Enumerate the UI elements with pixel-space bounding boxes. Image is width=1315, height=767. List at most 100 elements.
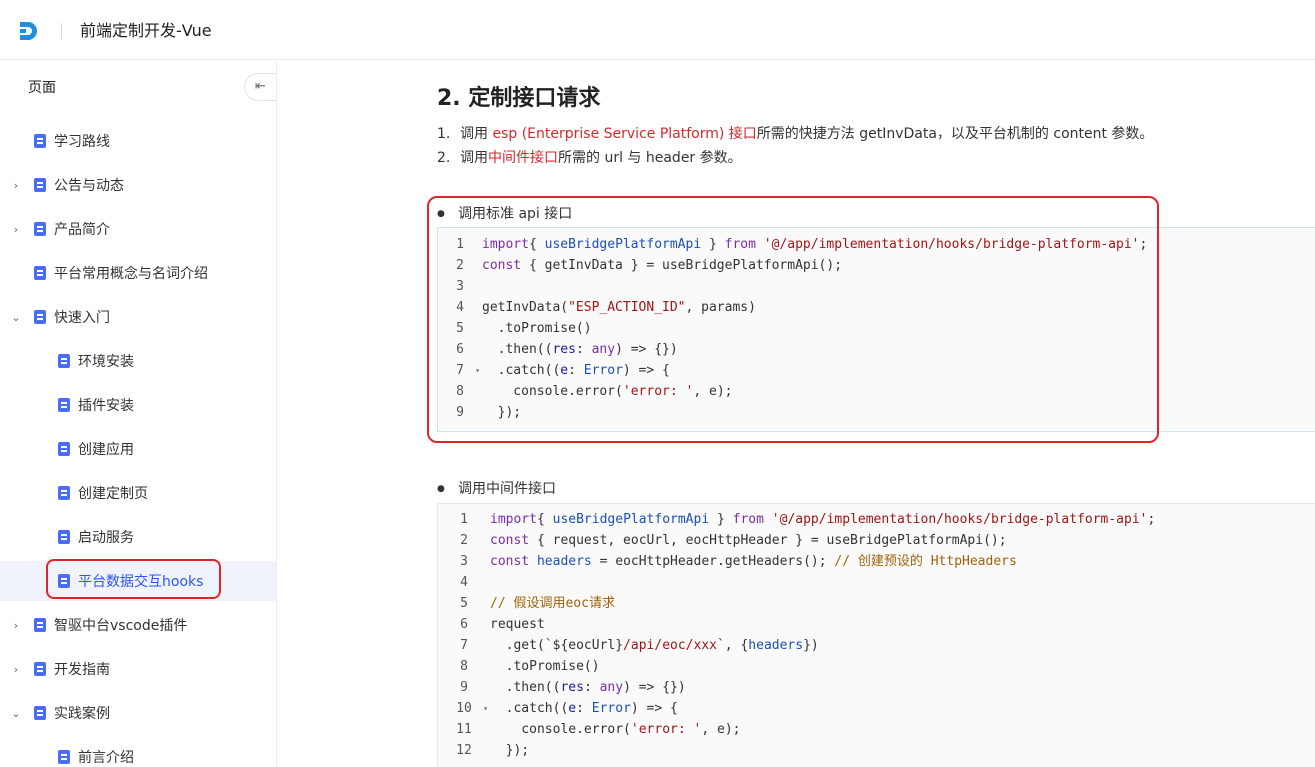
code-line: 9 .then((res: any) => {})	[438, 677, 1315, 698]
sidebar-item-label: 智驱中台vscode插件	[54, 618, 188, 634]
code-token: import	[490, 512, 537, 527]
code-text: });	[482, 402, 522, 423]
code-text: .catch((e: Error) => {	[482, 360, 670, 381]
code-token: from	[724, 237, 756, 252]
line-number-text: 6	[460, 617, 468, 632]
sidebar-item[interactable]: 创建定制页	[0, 473, 276, 513]
code-token: '@/app/implementation/hooks/bridge-platf…	[763, 237, 1140, 252]
document-icon	[58, 530, 70, 544]
code-token: import	[482, 237, 529, 252]
link-esp[interactable]: esp (Enterprise Service Platform) 接口	[492, 126, 756, 142]
code-line: 5 // 假设调用eoc请求	[438, 593, 1315, 614]
line-number-text: 12	[456, 743, 472, 758]
code-block-standard-api[interactable]: 1 import{ useBridgePlatformApi } from '@/…	[437, 227, 1315, 432]
chevron-right-icon[interactable]: ›	[10, 619, 22, 632]
sidebar-item[interactable]: › 产品简介	[0, 209, 276, 249]
sidebar-item-label: 创建定制页	[78, 486, 148, 502]
fold-icon[interactable]: ▾	[475, 360, 480, 381]
document-icon	[34, 134, 46, 148]
line-number-text: 1	[460, 512, 468, 527]
sidebar-item-label: 公告与动态	[54, 178, 124, 194]
line-number-text: 3	[460, 554, 468, 569]
line-number-text: 8	[460, 659, 468, 674]
code-token: any	[591, 342, 616, 357]
chevron-right-icon[interactable]: ›	[10, 223, 22, 236]
code-token: .toPromise()	[490, 659, 600, 674]
link-middleware[interactable]: 中间件接口	[488, 150, 558, 166]
code-token: console.error(	[482, 384, 623, 399]
line-number: 9	[438, 677, 490, 698]
chevron-down-icon[interactable]: ⌄	[10, 311, 22, 324]
code-line: 1 import{ useBridgePlatformApi } from '@/…	[438, 234, 1315, 255]
line-number: 1	[438, 234, 482, 255]
document-icon	[34, 662, 46, 676]
code-token: }	[709, 512, 733, 527]
code-token: Error	[591, 701, 631, 716]
document-icon	[34, 266, 46, 280]
sidebar-item[interactable]: 环境安装	[0, 341, 276, 381]
code-token: .catch((	[490, 701, 569, 716]
sidebar-item[interactable]: ⌄ 实践案例	[0, 693, 276, 733]
fold-icon[interactable]: ▾	[483, 698, 488, 719]
bullet-label: 调用中间件接口	[458, 481, 556, 497]
code-token: })	[803, 638, 819, 653]
code-block-middleware[interactable]: 1 import{ useBridgePlatformApi } from '@/…	[437, 503, 1315, 767]
code-text: .get(`${eocUrl}/api/eoc/xxx`, {headers})	[490, 635, 819, 656]
sidebar-item[interactable]: › 智驱中台vscode插件	[0, 605, 276, 645]
code-text: console.error('error: ', e);	[490, 719, 740, 740]
line-number-text: 1	[456, 237, 464, 252]
code-token: ) => {	[622, 363, 670, 378]
document-icon	[34, 178, 46, 192]
sidebar-item[interactable]: › 公告与动态	[0, 165, 276, 205]
line-number-text: 11	[456, 722, 472, 737]
document-icon	[58, 750, 70, 764]
code-token: 'error: '	[622, 384, 694, 399]
sidebar-item-label: 实践案例	[54, 706, 110, 722]
sidebar-item[interactable]: 创建应用	[0, 429, 276, 469]
sidebar-item[interactable]: 平台常用概念与名词介绍	[0, 253, 276, 293]
line-number-text: 5	[460, 596, 468, 611]
line-number: 2	[438, 530, 490, 551]
logo-icon[interactable]	[18, 21, 40, 41]
code-token: .toPromise()	[482, 321, 592, 336]
code-line: 3 const headers = eocHttpHeader.getHeader…	[438, 551, 1315, 572]
document-icon	[58, 354, 70, 368]
list-text: 调用	[460, 150, 488, 166]
code-line: 3	[438, 276, 1315, 297]
sidebar-item-label: 学习路线	[54, 134, 110, 150]
collapse-sidebar-icon[interactable]: ⇤	[244, 73, 276, 101]
line-number-text: 6	[456, 342, 464, 357]
sidebar-item[interactable]: 插件安装	[0, 385, 276, 425]
code-line: 1 import{ useBridgePlatformApi } from '@/…	[438, 509, 1315, 530]
chevron-right-icon[interactable]: ›	[10, 663, 22, 676]
code-token: .catch((	[482, 363, 561, 378]
code-text: import{ useBridgePlatformApi } from '@/a…	[490, 509, 1155, 530]
code-line: 11 console.error('error: ', e);	[438, 719, 1315, 740]
sidebar-item[interactable]: ⌄ 快速入门	[0, 297, 276, 337]
line-number: 1	[438, 509, 490, 530]
sidebar-item[interactable]: › 开发指南	[0, 649, 276, 689]
chevron-right-icon[interactable]: ›	[10, 179, 22, 192]
code-token: useBridgePlatformApi	[552, 512, 710, 527]
sidebar-item-label: 平台常用概念与名词介绍	[54, 266, 208, 282]
code-token: ) => {})	[623, 680, 686, 695]
code-line: 6 request	[438, 614, 1315, 635]
code-token: e	[560, 363, 569, 378]
line-number-text: 3	[456, 279, 464, 294]
code-token: {	[536, 512, 553, 527]
line-number-text: 2	[456, 258, 464, 273]
sidebar-item[interactable]: 前言介绍	[0, 737, 276, 767]
line-number: 4	[438, 572, 490, 593]
line-number: 5	[438, 593, 490, 614]
code-line: 9 });	[438, 402, 1315, 423]
code-text: console.error('error: ', e);	[482, 381, 732, 402]
line-number-text: 2	[460, 533, 468, 548]
code-line: 8 .toPromise()	[438, 656, 1315, 677]
bullet-item: ● 调用中间件接口	[437, 478, 556, 498]
sidebar-item-label: 产品简介	[54, 222, 110, 238]
code-text: getInvData("ESP_ACTION_ID", params)	[482, 297, 756, 318]
active-item-highlight	[46, 559, 221, 599]
sidebar-item[interactable]: 启动服务	[0, 517, 276, 557]
sidebar-item[interactable]: 学习路线	[0, 121, 276, 161]
chevron-down-icon[interactable]: ⌄	[10, 707, 22, 720]
